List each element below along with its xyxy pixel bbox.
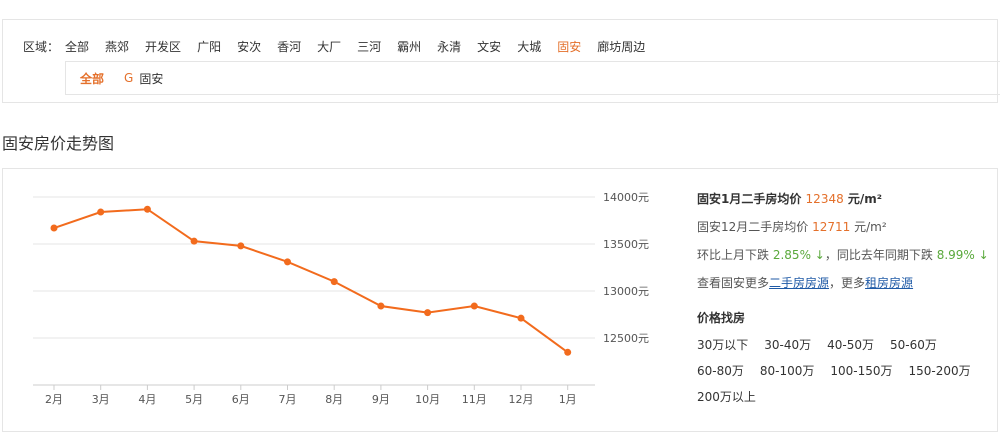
series-line: [53, 208, 569, 354]
price-info: 固安1月二手房均价 12348 元/m² 固安12月二手房均价 12711 元/…: [697, 189, 997, 413]
mom-value: 2.85% ↓: [772, 248, 825, 262]
data-point: [284, 258, 291, 266]
area-item[interactable]: 永清: [437, 38, 461, 55]
data-point: [330, 278, 338, 286]
more-prefix: 查看固安更多: [697, 276, 770, 290]
current-price-label: 固安1月二手房均价: [697, 192, 802, 206]
price-search-title: 价格找房: [697, 311, 746, 325]
price-trend-chart: 14000元 13500元 13000元 12500元 2月 3月 4月 5月 6月 7月 8月 9月…: [33, 191, 649, 406]
price-range-item[interactable]: 200万以上: [697, 387, 756, 413]
x-tick-label: 8月: [325, 393, 343, 406]
price-range-item[interactable]: 100-150万: [830, 361, 892, 387]
data-point: [377, 302, 385, 310]
area-item[interactable]: 开发区: [145, 38, 181, 55]
area-item[interactable]: 固安: [557, 38, 581, 55]
rental-listings-link[interactable]: 租房房源: [865, 276, 913, 290]
yoy-value: 8.99% ↓: [936, 248, 989, 262]
area-item[interactable]: 安次: [237, 38, 261, 55]
x-tick-label: 1月: [559, 393, 577, 406]
area-item[interactable]: 全部: [65, 38, 89, 55]
data-point: [424, 309, 432, 317]
area-label: 区域：: [23, 39, 60, 54]
price-range-item[interactable]: 50-60万: [890, 335, 937, 361]
area-filter: 区域： 全部 燕郊 开发区 广阳 安次 香河 大厂 三河 霸州 永清 文安 大城 固安 廊坊周边 全部 G…: [2, 19, 1000, 103]
more-mid: ，更多: [829, 276, 866, 290]
current-price-line: 固安1月二手房均价 12348 元/m²: [697, 189, 997, 217]
data-point: [517, 314, 525, 322]
price-range-item[interactable]: 80-100万: [760, 361, 815, 387]
data-point: [237, 242, 245, 250]
data-point: [470, 302, 478, 310]
area-item[interactable]: 霸州: [397, 38, 421, 55]
x-tick-label: 2月: [45, 393, 63, 406]
sub-area-letter: G: [124, 71, 134, 85]
area-item[interactable]: 广阳: [197, 38, 221, 55]
previous-price-value: 12711: [812, 220, 851, 234]
area-item[interactable]: 三河: [357, 38, 381, 55]
yoy-label: ，同比去年同期下跌: [824, 248, 933, 262]
x-tick-label: 11月: [462, 393, 487, 406]
x-tick-label: 9月: [372, 393, 390, 406]
x-tick-label: 3月: [92, 393, 110, 406]
x-tick-label: 6月: [232, 393, 250, 406]
y-tick-label: 12500元: [603, 332, 649, 345]
change-line: 环比上月下跌 2.85% ↓，同比去年同期下跌 8.99% ↓: [697, 245, 997, 273]
y-tick-label: 14000元: [603, 191, 649, 204]
previous-price-label: 固安12月二手房均价: [697, 220, 809, 234]
price-range-list: 30万以下 30-40万 40-50万 50-60万 60-80万 80-100万 100-…: [697, 335, 997, 413]
price-range-item[interactable]: 40-50万: [827, 335, 874, 361]
data-point: [143, 205, 151, 213]
area-item[interactable]: 燕郊: [105, 38, 129, 55]
previous-price-line: 固安12月二手房均价 12711 元/m²: [697, 217, 997, 245]
current-price-value: 12348: [805, 192, 844, 206]
x-tick-label: 5月: [185, 393, 203, 406]
sub-area-guan[interactable]: 固安: [139, 70, 163, 87]
mom-label: 环比上月下跌: [697, 248, 770, 262]
area-item[interactable]: 廊坊周边: [597, 38, 645, 55]
more-links-line: 查看固安更多二手房房源，更多租房房源: [697, 273, 997, 301]
x-tick-label: 12月: [509, 393, 534, 406]
price-range-item[interactable]: 30万以下: [697, 335, 748, 361]
area-item[interactable]: 文安: [477, 38, 501, 55]
data-point: [50, 224, 58, 232]
sub-area-all[interactable]: 全部: [80, 70, 104, 87]
section-title: 固安房价走势图: [2, 134, 115, 153]
x-tick-label: 10月: [415, 393, 440, 406]
area-row: 区域： 全部 燕郊 开发区 广阳 安次 香河 大厂 三河 霸州 永清 文安 大城 固安 廊坊周边: [23, 36, 661, 56]
area-item[interactable]: 大厂: [317, 38, 341, 55]
x-tick-label: 4月: [138, 393, 156, 406]
current-price-unit: 元/m²: [847, 192, 883, 206]
y-tick-label: 13500元: [603, 238, 649, 251]
previous-price-unit: 元/m²: [854, 220, 887, 234]
secondhand-listings-link[interactable]: 二手房房源: [769, 276, 829, 290]
data-point: [190, 237, 198, 245]
area-item[interactable]: 香河: [277, 38, 301, 55]
x-tick-label: 7月: [279, 393, 297, 406]
data-point: [564, 348, 572, 356]
price-range-item[interactable]: 30-40万: [764, 335, 811, 361]
sub-area-filter: 全部 G 固安: [65, 61, 1000, 95]
area-item[interactable]: 大城: [517, 38, 541, 55]
price-range-item[interactable]: 150-200万: [909, 361, 971, 387]
price-trend-panel: 14000元 13500元 13000元 12500元 2月 3月 4月 5月 6月 7月 8月 9月…: [2, 168, 998, 432]
price-range-item[interactable]: 60-80万: [697, 361, 744, 387]
y-tick-label: 13000元: [603, 285, 649, 298]
data-point: [97, 208, 105, 216]
